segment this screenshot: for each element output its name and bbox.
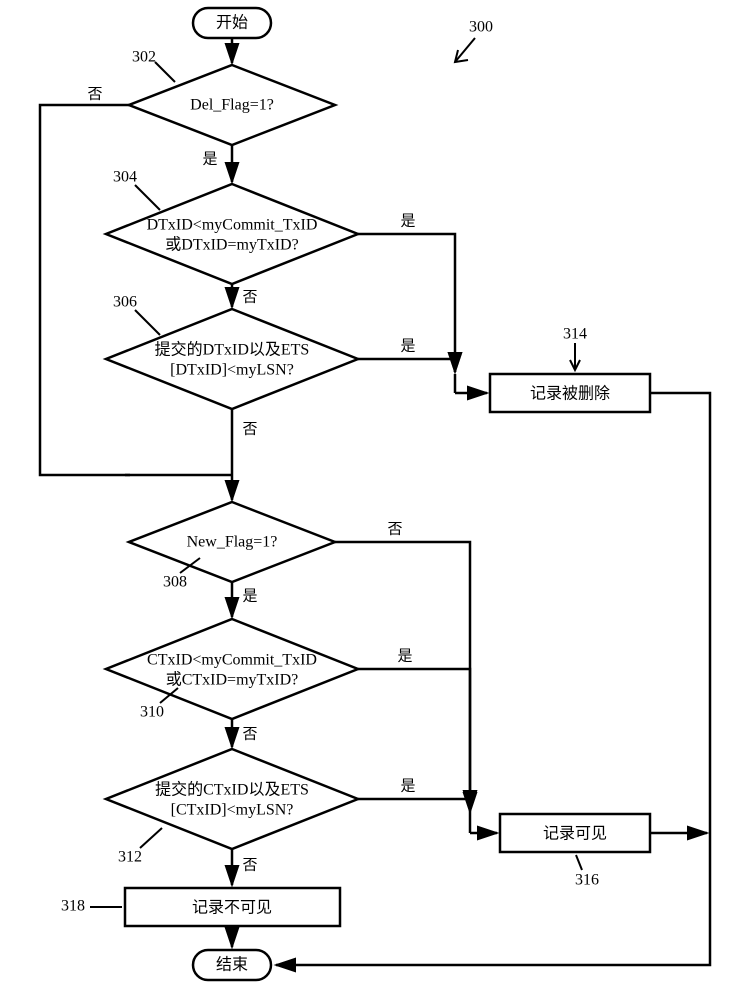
svg-text:306: 306 xyxy=(113,294,137,311)
svg-text:308: 308 xyxy=(163,574,187,591)
svg-text:记录可见: 记录可见 xyxy=(543,825,607,843)
svg-text:302: 302 xyxy=(132,49,156,66)
label-yes: 是 xyxy=(400,338,415,354)
label-no: 否 xyxy=(242,289,257,305)
process-314: 记录被删除 314 xyxy=(490,326,650,412)
decision-312: 提交的CTxID以及ETS [CTxID]<myLSN? 312 xyxy=(106,749,358,866)
svg-text:304: 304 xyxy=(113,169,137,186)
figure-number: 300 xyxy=(455,19,493,62)
label-no: 否 xyxy=(87,86,102,102)
svg-text:Del_Flag=1?: Del_Flag=1? xyxy=(190,97,274,114)
decision-306: 提交的DTxID以及ETS [DTxID]<myLSN? 306 xyxy=(106,294,358,409)
decision-310: CTxID<myCommit_TxID 或CTxID=myTxID? 310 xyxy=(106,619,358,721)
label-no: 否 xyxy=(387,521,402,537)
process-318: 记录不可见 318 xyxy=(61,888,340,926)
svg-text:316: 316 xyxy=(575,872,599,889)
decision-304: DTxID<myCommit_TxID 或DTxID=myTxID? 304 xyxy=(106,169,358,284)
label-yes: 是 xyxy=(397,648,412,664)
label-no: 否 xyxy=(242,726,257,742)
svg-text:开始: 开始 xyxy=(216,14,248,32)
svg-text:310: 310 xyxy=(140,704,164,721)
svg-text:[CTxID]<myLSN?: [CTxID]<myLSN? xyxy=(171,802,294,819)
svg-text:300: 300 xyxy=(469,19,493,36)
flowchart: 300 开始 Del_Flag=1? 302 否 是 DTxID<myCommi… xyxy=(0,0,747,1000)
label-yes: 是 xyxy=(242,588,257,604)
svg-text:DTxID<myCommit_TxID: DTxID<myCommit_TxID xyxy=(147,217,318,234)
decision-302: Del_Flag=1? 302 xyxy=(129,49,335,145)
start-terminator: 开始 xyxy=(193,8,271,38)
label-yes: 是 xyxy=(400,778,415,794)
svg-text:318: 318 xyxy=(61,898,85,915)
end-terminator: 结束 xyxy=(193,950,271,980)
label-no: 否 xyxy=(242,857,257,873)
svg-text:[DTxID]<myLSN?: [DTxID]<myLSN? xyxy=(170,362,294,379)
svg-text:或DTxID=myTxID?: 或DTxID=myTxID? xyxy=(165,236,298,254)
svg-text:记录被删除: 记录被删除 xyxy=(530,385,610,403)
svg-text:312: 312 xyxy=(118,849,142,866)
label-yes: 是 xyxy=(400,213,415,229)
svg-text:314: 314 xyxy=(563,326,587,343)
decision-308: New_Flag=1? 308 xyxy=(129,502,335,591)
label-no: 否 xyxy=(242,421,257,437)
svg-text:提交的DTxID以及ETS: 提交的DTxID以及ETS xyxy=(155,341,310,359)
label-yes: 是 xyxy=(202,151,217,167)
svg-text:记录不可见: 记录不可见 xyxy=(192,899,272,917)
svg-text:结束: 结束 xyxy=(216,956,248,974)
svg-text:或CTxID=myTxID?: 或CTxID=myTxID? xyxy=(166,671,299,689)
process-316: 记录可见 316 xyxy=(500,814,650,889)
svg-text:提交的CTxID以及ETS: 提交的CTxID以及ETS xyxy=(155,781,309,799)
svg-text:CTxID<myCommit_TxID: CTxID<myCommit_TxID xyxy=(147,652,317,669)
svg-text:New_Flag=1?: New_Flag=1? xyxy=(187,534,278,551)
